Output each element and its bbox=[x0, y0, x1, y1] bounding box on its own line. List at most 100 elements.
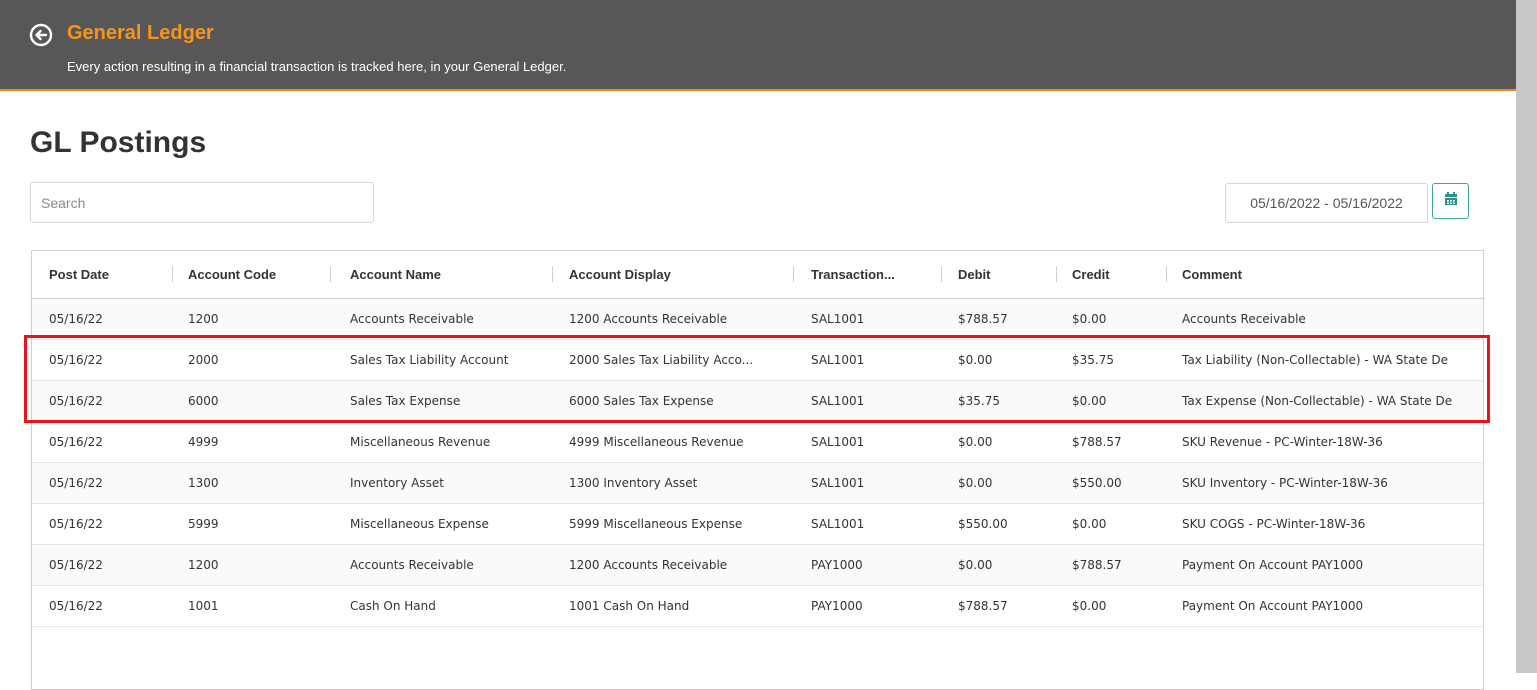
account-name-cell: Cash On Hand bbox=[350, 599, 436, 613]
search-input[interactable] bbox=[30, 182, 374, 223]
column-header-post-date[interactable]: Post Date bbox=[49, 251, 169, 298]
table-row[interactable]: 05/16/22 5999 Miscellaneous Expense 5999 Mi… bbox=[32, 504, 1483, 545]
debit-cell: $788.57 bbox=[958, 312, 1008, 326]
post-date-cell: 05/16/22 bbox=[49, 353, 103, 367]
account-code-cell: 5999 bbox=[188, 517, 219, 531]
transaction-cell: SAL1001 bbox=[811, 394, 865, 408]
post-date-cell: 05/16/22 bbox=[49, 312, 103, 326]
debit-cell: $0.00 bbox=[958, 435, 993, 449]
account-display-cell: 1001 Cash On Hand bbox=[569, 599, 690, 613]
table-header: Post Date Account Code Account Name Acco… bbox=[32, 251, 1483, 299]
transaction-cell: SAL1001 bbox=[811, 435, 865, 449]
transaction-cell: PAY1000 bbox=[811, 599, 863, 613]
account-display-cell: 4999 Miscellaneous Revenue bbox=[569, 435, 744, 449]
account-name-cell: Sales Tax Expense bbox=[350, 394, 461, 408]
account-display-cell: 1200 Accounts Receivable bbox=[569, 558, 728, 572]
credit-cell: $788.57 bbox=[1072, 435, 1122, 449]
page-header: General Ledger Every action resulting in… bbox=[0, 0, 1516, 91]
comment-cell: SKU Inventory - PC-Winter-18W-36 bbox=[1182, 476, 1388, 490]
comment-cell: SKU Revenue - PC-Winter-18W-36 bbox=[1182, 435, 1383, 449]
column-divider[interactable] bbox=[330, 266, 331, 282]
debit-cell: $0.00 bbox=[958, 353, 993, 367]
account-code-cell: 1001 bbox=[188, 599, 219, 613]
comment-cell: Tax Liability (Non-Collectable) - WA Sta… bbox=[1182, 353, 1448, 367]
table-row[interactable]: 05/16/22 1300 Inventory Asset 1300 Inventor… bbox=[32, 463, 1483, 504]
debit-cell: $788.57 bbox=[958, 599, 1008, 613]
credit-cell: $788.57 bbox=[1072, 558, 1122, 572]
back-arrow-icon[interactable] bbox=[29, 23, 53, 47]
account-display-cell: 1300 Inventory Asset bbox=[569, 476, 698, 490]
comment-cell: Tax Expense (Non-Collectable) - WA State… bbox=[1182, 394, 1453, 408]
post-date-cell: 05/16/22 bbox=[49, 599, 103, 613]
table-row[interactable]: 05/16/22 6000 Sales Tax Expense 6000 Sales … bbox=[32, 381, 1483, 422]
account-name-cell: Sales Tax Liability Account bbox=[350, 353, 509, 367]
comment-cell: Payment On Account PAY1000 bbox=[1182, 558, 1364, 572]
account-code-cell: 2000 bbox=[188, 353, 219, 367]
account-display-cell: 1200 Accounts Receivable bbox=[569, 312, 728, 326]
transaction-cell: SAL1001 bbox=[811, 476, 865, 490]
column-header-account-code[interactable]: Account Code bbox=[188, 251, 338, 298]
account-display-cell: 5999 Miscellaneous Expense bbox=[569, 517, 743, 531]
calendar-icon bbox=[1444, 191, 1458, 211]
transaction-cell: PAY1000 bbox=[811, 558, 863, 572]
account-name-cell: Miscellaneous Revenue bbox=[350, 435, 491, 449]
account-name-cell: Inventory Asset bbox=[350, 476, 444, 490]
account-name-cell: Accounts Receivable bbox=[350, 558, 474, 572]
column-divider[interactable] bbox=[1166, 266, 1167, 282]
gl-postings-table: Post Date Account Code Account Name Acco… bbox=[31, 250, 1484, 690]
account-name-cell: Accounts Receivable bbox=[350, 312, 474, 326]
header-title: General Ledger bbox=[67, 22, 214, 44]
date-range-field[interactable]: 05/16/2022 - 05/16/2022 bbox=[1225, 183, 1428, 223]
column-divider[interactable] bbox=[1056, 266, 1057, 282]
debit-cell: $0.00 bbox=[958, 558, 993, 572]
post-date-cell: 05/16/22 bbox=[49, 394, 103, 408]
post-date-cell: 05/16/22 bbox=[49, 558, 103, 572]
column-header-comment[interactable]: Comment bbox=[1182, 251, 1483, 298]
account-name-cell: Miscellaneous Expense bbox=[350, 517, 489, 531]
table-row[interactable]: 05/16/22 1200 Accounts Receivable 1200 Acco… bbox=[32, 299, 1483, 340]
post-date-cell: 05/16/22 bbox=[49, 435, 103, 449]
credit-cell: $550.00 bbox=[1072, 476, 1122, 490]
comment-cell: SKU COGS - PC-Winter-18W-36 bbox=[1182, 517, 1366, 531]
transaction-cell: SAL1001 bbox=[811, 312, 865, 326]
transaction-cell: SAL1001 bbox=[811, 353, 865, 367]
credit-cell: $0.00 bbox=[1072, 599, 1107, 613]
account-code-cell: 6000 bbox=[188, 394, 219, 408]
column-divider[interactable] bbox=[552, 266, 553, 282]
table-body: 05/16/22 1200 Accounts Receivable 1200 Acco… bbox=[32, 299, 1483, 627]
comment-cell: Accounts Receivable bbox=[1182, 312, 1306, 326]
column-divider[interactable] bbox=[172, 266, 173, 282]
column-header-account-name[interactable]: Account Name bbox=[350, 251, 560, 298]
account-display-cell: 2000 Sales Tax Liability Acco... bbox=[569, 353, 754, 367]
header-subtitle: Every action resulting in a financial tr… bbox=[67, 59, 567, 74]
page-title: GL Postings bbox=[30, 126, 207, 159]
account-code-cell: 1200 bbox=[188, 558, 219, 572]
comment-cell: Payment On Account PAY1000 bbox=[1182, 599, 1364, 613]
credit-cell: $35.75 bbox=[1072, 353, 1114, 367]
column-divider[interactable] bbox=[941, 266, 942, 282]
transaction-cell: SAL1001 bbox=[811, 517, 865, 531]
column-header-debit[interactable]: Debit bbox=[958, 251, 1058, 298]
table-row[interactable]: 05/16/22 2000 Sales Tax Liability Account 2… bbox=[32, 340, 1483, 381]
credit-cell: $0.00 bbox=[1072, 394, 1107, 408]
post-date-cell: 05/16/22 bbox=[49, 476, 103, 490]
debit-cell: $550.00 bbox=[958, 517, 1008, 531]
table-row[interactable]: 05/16/22 4999 Miscellaneous Revenue 4999 Mi… bbox=[32, 422, 1483, 463]
vertical-scrollbar[interactable] bbox=[1516, 0, 1537, 673]
column-header-credit[interactable]: Credit bbox=[1072, 251, 1172, 298]
post-date-cell: 05/16/22 bbox=[49, 517, 103, 531]
credit-cell: $0.00 bbox=[1072, 517, 1107, 531]
table-row[interactable]: 05/16/22 1001 Cash On Hand 1001 Cash On Han… bbox=[32, 586, 1483, 627]
debit-cell: $0.00 bbox=[958, 476, 993, 490]
debit-cell: $35.75 bbox=[958, 394, 1000, 408]
account-display-cell: 6000 Sales Tax Expense bbox=[569, 394, 714, 408]
table-row[interactable]: 05/16/22 1200 Accounts Receivable 1200 Acco… bbox=[32, 545, 1483, 586]
credit-cell: $0.00 bbox=[1072, 312, 1107, 326]
account-code-cell: 4999 bbox=[188, 435, 219, 449]
calendar-button[interactable] bbox=[1432, 183, 1469, 219]
column-header-transaction[interactable]: Transaction... bbox=[811, 251, 941, 298]
account-code-cell: 1300 bbox=[188, 476, 219, 490]
account-code-cell: 1200 bbox=[188, 312, 219, 326]
column-header-account-display[interactable]: Account Display bbox=[569, 251, 784, 298]
column-divider[interactable] bbox=[793, 266, 794, 282]
